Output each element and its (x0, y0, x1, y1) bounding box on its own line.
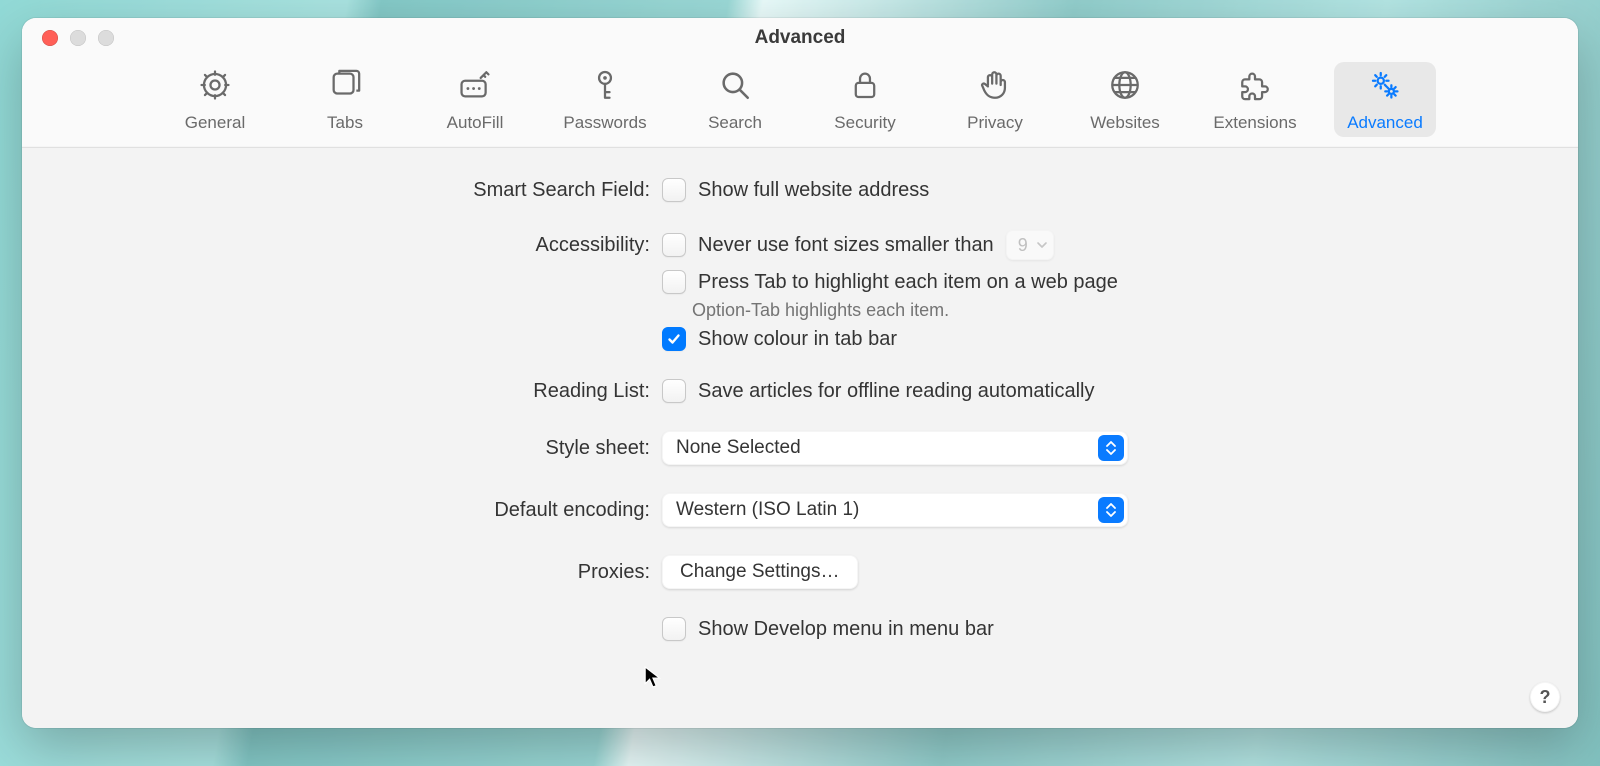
hand-icon (978, 68, 1012, 107)
default-encoding-value: Western (ISO Latin 1) (676, 499, 859, 521)
toolbar-label: Passwords (563, 113, 646, 133)
style-sheet-select[interactable]: None Selected (662, 431, 1128, 465)
preferences-window: Advanced General (22, 18, 1578, 728)
show-full-address-checkbox[interactable] (662, 178, 686, 202)
toolbar-item-websites[interactable]: Websites (1074, 62, 1176, 137)
titlebar: Advanced (22, 18, 1578, 58)
toolbar-label: AutoFill (447, 113, 504, 133)
preferences-toolbar: General Tabs (22, 58, 1578, 147)
show-colour-tab-label: Show colour in tab bar (698, 328, 897, 351)
style-sheet-value: None Selected (676, 437, 801, 459)
tab-highlight-checkbox[interactable] (662, 270, 686, 294)
reading-list-label: Reading List: (22, 380, 662, 403)
toolbar-item-autofill[interactable]: AutoFill (424, 62, 526, 137)
toolbar-item-general[interactable]: General (164, 62, 266, 137)
help-button[interactable]: ? (1530, 682, 1560, 712)
save-offline-checkbox[interactable] (662, 379, 686, 403)
proxies-label: Proxies: (22, 561, 662, 584)
titlebar-area: Advanced General (22, 18, 1578, 148)
updown-icon (1098, 497, 1124, 523)
minimize-window-button[interactable] (70, 30, 86, 46)
gears-icon (1368, 68, 1402, 107)
updown-icon (1098, 435, 1124, 461)
gear-icon (198, 68, 232, 107)
show-full-address-label: Show full website address (698, 179, 929, 202)
min-font-select[interactable]: 9 (1006, 230, 1054, 260)
search-icon (718, 68, 752, 107)
smart-search-label: Smart Search Field: (22, 179, 662, 202)
toolbar-label: Websites (1090, 113, 1160, 133)
toolbar-label: Advanced (1347, 113, 1423, 133)
window-title: Advanced (22, 27, 1578, 49)
toolbar-item-extensions[interactable]: Extensions (1204, 62, 1306, 137)
change-settings-label: Change Settings… (680, 561, 840, 583)
toolbar-label: Tabs (327, 113, 363, 133)
save-offline-label: Save articles for offline reading automa… (698, 380, 1095, 403)
tabs-icon (328, 68, 362, 107)
tab-highlight-label: Press Tab to highlight each item on a we… (698, 271, 1118, 294)
toolbar-label: Privacy (967, 113, 1023, 133)
min-font-label: Never use font sizes smaller than (698, 234, 994, 257)
default-encoding-label: Default encoding: (22, 499, 662, 522)
traffic-lights (22, 30, 114, 46)
default-encoding-select[interactable]: Western (ISO Latin 1) (662, 493, 1128, 527)
toolbar-label: Security (834, 113, 895, 133)
lock-icon (848, 68, 882, 107)
key-icon (588, 68, 622, 107)
zoom-window-button[interactable] (98, 30, 114, 46)
puzzle-icon (1238, 68, 1272, 107)
tab-highlight-hint: Option-Tab highlights each item. (662, 300, 1578, 321)
toolbar-item-search[interactable]: Search (684, 62, 786, 137)
close-window-button[interactable] (42, 30, 58, 46)
toolbar-item-privacy[interactable]: Privacy (944, 62, 1046, 137)
toolbar-item-passwords[interactable]: Passwords (554, 62, 656, 137)
cursor-icon (643, 666, 665, 688)
toolbar-item-tabs[interactable]: Tabs (294, 62, 396, 137)
develop-menu-checkbox[interactable] (662, 617, 686, 641)
chevron-down-icon (1036, 241, 1048, 249)
change-settings-button[interactable]: Change Settings… (662, 555, 858, 589)
accessibility-label: Accessibility: (22, 234, 662, 257)
preferences-content: Smart Search Field: Show full website ad… (22, 148, 1578, 728)
toolbar-label: Search (708, 113, 762, 133)
globe-icon (1108, 68, 1142, 107)
toolbar-item-security[interactable]: Security (814, 62, 916, 137)
autofill-icon (458, 68, 492, 107)
style-sheet-label: Style sheet: (22, 437, 662, 460)
help-label: ? (1540, 687, 1551, 708)
show-colour-tab-checkbox[interactable] (662, 327, 686, 351)
develop-menu-label: Show Develop menu in menu bar (698, 618, 994, 641)
toolbar-label: General (185, 113, 245, 133)
toolbar-item-advanced[interactable]: Advanced (1334, 62, 1436, 137)
min-font-value: 9 (1018, 235, 1028, 256)
toolbar-label: Extensions (1213, 113, 1296, 133)
min-font-checkbox[interactable] (662, 233, 686, 257)
